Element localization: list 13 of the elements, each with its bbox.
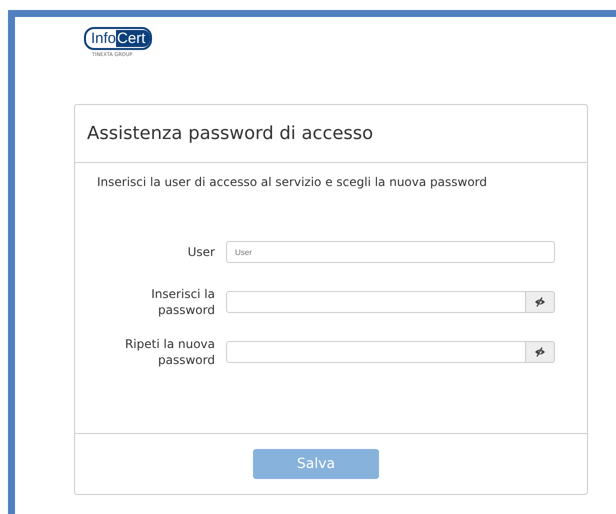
field-label: Ripeti la nuova password (124, 336, 215, 368)
logo: InfoCert (84, 27, 152, 50)
field-label: User (186, 244, 215, 260)
show-password-button[interactable] (526, 341, 555, 363)
password-field[interactable] (226, 291, 526, 313)
card-title: Assistenza password di accesso (87, 123, 374, 144)
eye-slash-icon (534, 347, 546, 357)
eye-slash-icon (534, 297, 546, 307)
field-label: Inserisci la password (150, 286, 215, 318)
password-field[interactable] (226, 341, 526, 363)
input-field[interactable]: User (226, 241, 555, 263)
show-password-button[interactable] (526, 291, 555, 313)
intro-text: Inserisci la user di accesso al servizio e scegli la nuova password (97, 175, 488, 189)
